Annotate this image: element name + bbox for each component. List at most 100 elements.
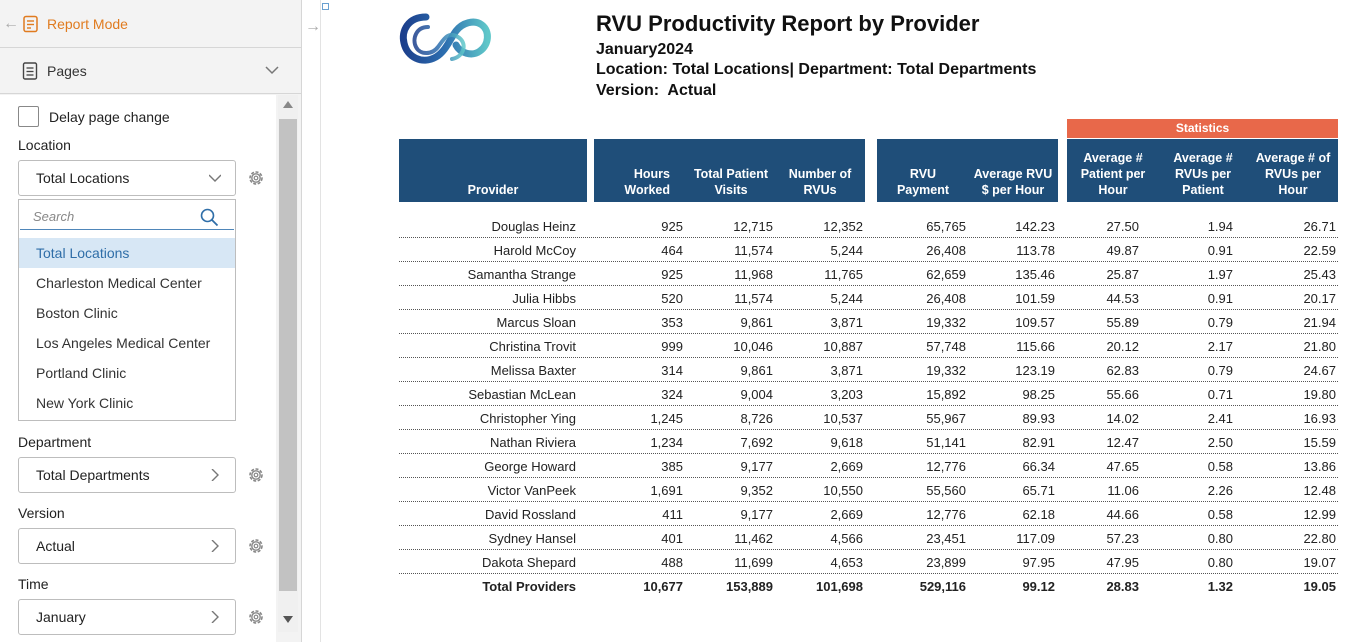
cell-average-rvus-per-patient: 0.91 bbox=[1207, 291, 1233, 306]
cell-rvu-payment: 51,141 bbox=[926, 435, 966, 450]
location-option[interactable]: Los Angeles Medical Center bbox=[19, 328, 235, 358]
location-option[interactable]: Boston Clinic bbox=[19, 298, 235, 328]
cell-average-patient-per-hour: 28.83 bbox=[1106, 579, 1139, 594]
provider-header-block: Provider bbox=[399, 139, 587, 202]
sidebar-topbar: ← Report Mode bbox=[0, 0, 301, 48]
cell-number-of-rvus: 4,566 bbox=[830, 531, 863, 546]
cell-average-rvus-per-patient: 0.58 bbox=[1207, 507, 1233, 522]
header-total-patient-visits: Total Patient Visits bbox=[693, 167, 769, 197]
cell-average-rvus-per-patient: 0.80 bbox=[1207, 531, 1233, 546]
location-select[interactable]: Total Locations bbox=[18, 160, 236, 196]
cell-average-rvu-per-hour: 101.59 bbox=[1015, 291, 1055, 306]
cell-average-rvus-per-patient: 1.32 bbox=[1207, 579, 1233, 594]
department-label: Department bbox=[18, 434, 92, 450]
payment-header-block: RVU Payment Average RVU $ per Hour bbox=[877, 139, 1058, 202]
cell-average-rvus-per-hour: 19.80 bbox=[1303, 387, 1336, 402]
header-average-rvus-per-patient: Average # RVUs per Patient bbox=[1173, 151, 1233, 197]
cell-rvu-payment: 23,899 bbox=[926, 555, 966, 570]
cell-total-patient-visits: 8,726 bbox=[740, 411, 773, 426]
location-option[interactable]: Portland Clinic bbox=[19, 358, 235, 388]
cell-average-rvus-per-hour: 24.67 bbox=[1303, 363, 1336, 378]
cell-total-patient-visits: 9,004 bbox=[740, 387, 773, 402]
cell-average-rvus-per-patient: 0.91 bbox=[1207, 243, 1233, 258]
cell-average-rvus-per-hour: 19.07 bbox=[1303, 555, 1336, 570]
expand-arrow-icon[interactable]: → bbox=[305, 18, 321, 36]
version-gear-icon[interactable] bbox=[246, 536, 266, 556]
scroll-up-arrow-icon[interactable] bbox=[283, 101, 293, 108]
location-option[interactable]: New York Clinic bbox=[19, 388, 235, 418]
department-gear-icon[interactable] bbox=[246, 465, 266, 485]
time-select[interactable]: January bbox=[18, 599, 236, 635]
report-version-line: Version: Actual bbox=[596, 82, 717, 99]
provider-table-body: Douglas Heinz 925 12,715 12,352 65,765 142.23… bbox=[399, 214, 1338, 598]
version-label: Version bbox=[18, 505, 65, 521]
location-option[interactable]: Total Locations bbox=[19, 238, 235, 268]
table-row: Douglas Heinz 925 12,715 12,352 65,765 142.23… bbox=[399, 214, 1338, 238]
chevron-down-icon[interactable] bbox=[265, 63, 279, 77]
cell-rvu-payment: 23,451 bbox=[926, 531, 966, 546]
total-row: Total Providers 10,677 153,889 101,698 529,1… bbox=[399, 574, 1338, 598]
cell-average-patient-per-hour: 27.50 bbox=[1106, 219, 1139, 234]
cell-average-rvus-per-patient: 0.80 bbox=[1207, 555, 1233, 570]
cell-total-patient-visits: 153,889 bbox=[726, 579, 773, 594]
table-row: Sydney Hansel 401 11,462 4,566 23,451 117.09 5… bbox=[399, 526, 1338, 550]
search-icon[interactable] bbox=[199, 207, 219, 227]
cell-average-rvu-per-hour: 123.19 bbox=[1015, 363, 1055, 378]
cell-provider-name: Sydney Hansel bbox=[488, 531, 576, 546]
cell-provider-name: Sebastian McLean bbox=[468, 387, 576, 402]
cell-provider-name: Harold McCoy bbox=[493, 243, 576, 258]
sidebar-scrollbar[interactable] bbox=[278, 95, 298, 632]
cell-average-patient-per-hour: 49.87 bbox=[1106, 243, 1139, 258]
department-select-value: Total Departments bbox=[36, 467, 150, 483]
cell-total-patient-visits: 11,574 bbox=[734, 243, 773, 258]
table-row: Julia Hibbs 520 11,574 5,244 26,408 101.59 44.… bbox=[399, 286, 1338, 310]
report-mode-label[interactable]: Report Mode bbox=[47, 16, 128, 32]
time-label: Time bbox=[18, 576, 49, 592]
header-average-patient-per-hour: Average # Patient per Hour bbox=[1080, 151, 1146, 197]
report-location-line: Location: Total Locations| Department: T… bbox=[596, 61, 1037, 78]
filter-sidebar: ← Report Mode Pages Delay page change Lo… bbox=[0, 0, 302, 642]
report-title: RVU Productivity Report by Provider bbox=[596, 11, 980, 36]
cell-average-rvus-per-hour: 13.86 bbox=[1303, 459, 1336, 474]
cell-rvu-payment: 19,332 bbox=[926, 315, 966, 330]
pages-icon bbox=[22, 61, 38, 80]
header-average-rvus-per-hour: Average # of RVUs per Hour bbox=[1255, 151, 1331, 197]
scrollbar-thumb[interactable] bbox=[279, 119, 297, 591]
canvas-border bbox=[320, 0, 321, 642]
chevron-right-icon bbox=[211, 540, 219, 552]
location-option[interactable]: Charleston Medical Center bbox=[19, 268, 235, 298]
cell-number-of-rvus: 3,871 bbox=[830, 363, 863, 378]
header-number-of-rvus: Number of RVUs bbox=[788, 167, 852, 197]
chevron-down-icon bbox=[209, 174, 221, 182]
version-select[interactable]: Actual bbox=[18, 528, 236, 564]
cell-rvu-payment: 55,967 bbox=[926, 411, 966, 426]
cell-total-patient-visits: 11,462 bbox=[734, 531, 773, 546]
cell-rvu-payment: 62,659 bbox=[926, 267, 966, 282]
report-mode-icon[interactable] bbox=[22, 15, 40, 33]
location-gear-icon[interactable] bbox=[246, 168, 266, 188]
cell-provider-name: Dakota Shepard bbox=[482, 555, 576, 570]
volume-header-block: Hours Worked Total Patient Visits Number… bbox=[594, 139, 865, 202]
cell-total-patient-visits: 7,692 bbox=[740, 435, 773, 450]
cell-average-patient-per-hour: 12.47 bbox=[1106, 435, 1139, 450]
cell-rvu-payment: 12,776 bbox=[926, 507, 966, 522]
cell-average-rvu-per-hour: 109.57 bbox=[1015, 315, 1055, 330]
header-rvu-payment: RVU Payment bbox=[896, 167, 950, 197]
cell-average-rvu-per-hour: 82.91 bbox=[1022, 435, 1055, 450]
back-arrow-icon[interactable]: ← bbox=[2, 15, 20, 33]
cell-average-rvu-per-hour: 97.95 bbox=[1022, 555, 1055, 570]
cell-average-patient-per-hour: 62.83 bbox=[1106, 363, 1139, 378]
scroll-down-arrow-icon[interactable] bbox=[283, 616, 293, 623]
time-gear-icon[interactable] bbox=[246, 607, 266, 627]
cell-provider-name: Julia Hibbs bbox=[512, 291, 576, 306]
statistics-header-block: Average # Patient per Hour Average # RVU… bbox=[1067, 139, 1338, 202]
department-select[interactable]: Total Departments bbox=[18, 457, 236, 493]
canvas-corner-handle[interactable] bbox=[322, 3, 329, 10]
cell-average-rvus-per-patient: 1.97 bbox=[1207, 267, 1233, 282]
pages-section-header[interactable]: Pages bbox=[0, 48, 301, 94]
delay-page-change-checkbox[interactable] bbox=[18, 106, 39, 127]
header-average-rvu-per-hour: Average RVU $ per Hour bbox=[973, 167, 1053, 197]
cell-provider-name: Samantha Strange bbox=[467, 267, 576, 282]
cell-average-rvus-per-patient: 2.41 bbox=[1207, 411, 1233, 426]
cell-hours-worked: 385 bbox=[661, 459, 683, 474]
